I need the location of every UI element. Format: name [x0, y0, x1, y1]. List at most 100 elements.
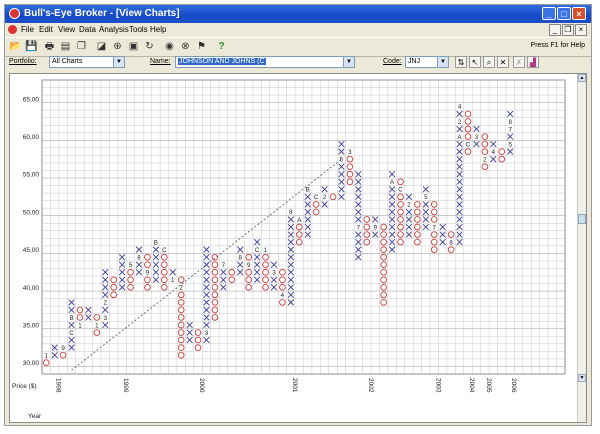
x-mark [51, 344, 58, 351]
x-mark [355, 208, 362, 216]
month-label: 4 [458, 104, 462, 111]
x-mark [388, 208, 396, 216]
month-label: C [398, 187, 403, 194]
stop-icon[interactable]: ⊗ [179, 40, 192, 53]
o-mark [144, 253, 151, 261]
eye-icon[interactable]: ◉ [163, 40, 176, 53]
x-mark [253, 253, 261, 261]
x-mark [68, 306, 75, 314]
menu-data[interactable]: Data [79, 25, 96, 34]
o-mark [177, 329, 185, 336]
maximize-button[interactable]: □ [557, 7, 571, 20]
open-icon[interactable]: 📂 [9, 40, 22, 53]
x-mark [135, 261, 143, 268]
month-label: 1 [78, 322, 82, 329]
o-mark [194, 344, 202, 351]
x-mark [118, 261, 126, 268]
x-mark [102, 276, 109, 283]
x-mark [203, 321, 210, 329]
vertical-scrollbar[interactable]: ▲ ▼ [577, 74, 586, 422]
month-label: 4 [492, 149, 496, 156]
o-mark [177, 336, 185, 344]
code-select[interactable]: JNJ ▼ [405, 56, 449, 68]
point-and-figure-chart-window: 65,00 60,00 55,00 50,00 45,00 40,00 35,00 30,00… [9, 73, 587, 423]
chart-icon[interactable]: ◪ [95, 40, 108, 53]
x-mark [355, 171, 362, 178]
mdi-minimize-button[interactable]: _ [549, 24, 561, 36]
help-icon[interactable]: ? [215, 40, 228, 53]
o-mark [363, 238, 371, 246]
o-mark [59, 351, 67, 359]
o-mark [363, 216, 371, 223]
minimize-button[interactable]: _ [542, 7, 556, 20]
x-mark [270, 284, 278, 291]
o-mark [144, 261, 151, 269]
xo-toggle-icon[interactable]: ✗ [513, 56, 525, 68]
x-mark [422, 223, 429, 231]
window-icon[interactable]: ▣ [127, 40, 140, 53]
x-mark [372, 231, 379, 238]
portfolio-label: Portfolio: [9, 58, 37, 65]
x-mark [102, 269, 109, 276]
refresh-icon[interactable]: ↻ [143, 40, 156, 53]
o-mark [279, 299, 286, 306]
menu-tools[interactable]: Tools [129, 25, 148, 34]
year-label: 2000 [198, 378, 205, 393]
month-label: 3 [104, 315, 108, 322]
chevron-down-icon[interactable]: ▼ [343, 57, 354, 67]
o-mark [397, 231, 404, 238]
save-icon[interactable]: 💾 [25, 40, 38, 53]
chart-parameters-bar: Portfolio: All Charts ▼ Name: JOHNSON AN… [5, 55, 591, 71]
flag-icon[interactable]: ⚑ [195, 40, 208, 53]
preview-icon[interactable]: ▤ [59, 40, 72, 53]
portfolio-select[interactable]: All Charts ▼ [49, 56, 125, 68]
month-label: 1 [171, 277, 175, 284]
menu-analysis[interactable]: Analysis [99, 25, 129, 34]
help-hint: Press F1 for Help [530, 42, 585, 49]
copy-icon[interactable]: ❐ [75, 40, 88, 53]
histogram-icon[interactable]: ▟ [527, 56, 539, 68]
x-mark [304, 201, 311, 208]
print-icon[interactable]: 🖶 [43, 40, 56, 53]
x-mark [253, 261, 261, 268]
name-select[interactable]: JOHNSON AND JOHNS (C ▼ [175, 56, 355, 68]
close-button[interactable]: × [572, 7, 586, 20]
x-mark [388, 193, 396, 201]
scroll-thumb[interactable] [578, 214, 586, 224]
title-bar[interactable]: Bull's-Eye Broker - [View Charts] _ □ × [5, 5, 591, 23]
x-mark [456, 155, 463, 163]
o-mark [430, 216, 438, 223]
month-label: 3 [205, 330, 209, 337]
x-mark [405, 223, 413, 231]
document-icon[interactable] [8, 25, 17, 34]
x-mark [287, 276, 295, 283]
y-tick-label: 40,00 [23, 285, 40, 292]
mdi-restore-button[interactable]: ❐ [562, 24, 574, 36]
o-mark [194, 336, 202, 344]
month-label: 2 [483, 156, 487, 163]
pointer-icon[interactable]: ↖ [469, 56, 481, 68]
x-mark [321, 201, 328, 208]
chevron-down-icon[interactable]: ▼ [113, 57, 124, 67]
menu-file[interactable]: File [21, 25, 34, 34]
x-mark [237, 269, 244, 276]
menu-edit[interactable]: Edit [39, 25, 53, 34]
o-mark [481, 133, 489, 140]
x-mark [355, 246, 362, 253]
menu-view[interactable]: View [58, 25, 75, 34]
mdi-close-button[interactable]: × [575, 24, 587, 36]
exchange-icon[interactable]: ⇅ [455, 56, 467, 68]
x-mark [338, 148, 345, 155]
magnifier-icon[interactable]: ⌕ [483, 56, 495, 68]
chevron-down-icon[interactable]: ▼ [437, 57, 448, 67]
mdi-controls: _ ❐ × [548, 24, 587, 36]
y-tick-label: 50,00 [23, 209, 40, 216]
x-mark [422, 201, 429, 208]
menu-help[interactable]: Help [150, 25, 166, 34]
month-label: A [390, 179, 395, 186]
scroll-down-icon[interactable]: ▼ [578, 374, 586, 382]
zoom-icon[interactable]: ⊕ [111, 40, 124, 53]
crosshair-icon[interactable]: ✕ [497, 56, 509, 68]
x-mark [304, 208, 311, 216]
scroll-up-icon[interactable]: ▲ [578, 74, 586, 82]
